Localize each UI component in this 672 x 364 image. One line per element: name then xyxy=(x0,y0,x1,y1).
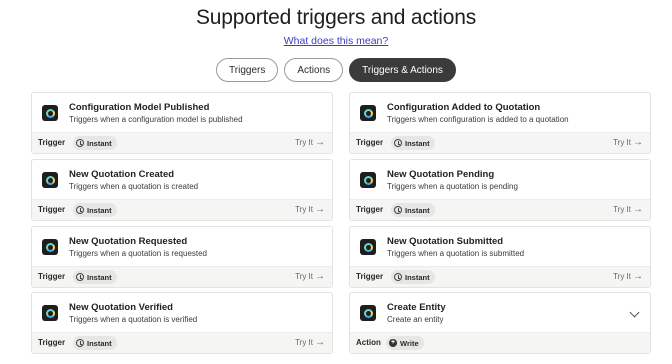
filter-tabs: Triggers Actions Triggers & Actions xyxy=(0,58,672,82)
arrow-right-icon: → xyxy=(315,270,325,282)
write-badge: + Write xyxy=(386,336,424,350)
try-it-link[interactable]: Try It → xyxy=(613,203,643,215)
arrow-right-icon: → xyxy=(633,270,643,282)
card-description: Triggers when a configuration model is p… xyxy=(69,115,243,124)
tab-triggers[interactable]: Triggers xyxy=(216,58,279,82)
app-logo-icon xyxy=(42,305,58,321)
app-logo-icon xyxy=(360,172,376,188)
instant-badge: Instant xyxy=(73,336,117,350)
card-title: Configuration Added to Quotation xyxy=(387,102,541,113)
card-title: Configuration Model Published xyxy=(69,102,210,113)
card-title: New Quotation Verified xyxy=(69,302,173,313)
app-logo-icon xyxy=(360,305,376,321)
clock-icon xyxy=(394,206,402,214)
plus-icon: + xyxy=(389,339,397,347)
card-kind-label: Trigger xyxy=(38,138,66,147)
card-kind-label: Action xyxy=(356,338,381,347)
card-kind-label: Trigger xyxy=(38,205,66,214)
card-kind-label: Trigger xyxy=(38,338,66,347)
page-title: Supported triggers and actions xyxy=(195,6,476,29)
card-new-quotation-requested[interactable]: New Quotation Requested Triggers when a … xyxy=(31,226,333,288)
tab-triggers-and-actions[interactable]: Triggers & Actions xyxy=(349,58,456,82)
card-description: Triggers when a quotation is verified xyxy=(69,315,198,324)
card-kind-label: Trigger xyxy=(38,272,66,281)
card-title: New Quotation Requested xyxy=(69,236,188,247)
card-new-quotation-submitted[interactable]: New Quotation Submitted Triggers when a … xyxy=(349,226,651,288)
instant-badge: Instant xyxy=(391,136,435,150)
card-new-quotation-created[interactable]: New Quotation Created Triggers when a qu… xyxy=(31,159,333,221)
try-it-link[interactable]: Try It → xyxy=(613,136,643,148)
app-logo-icon xyxy=(42,172,58,188)
instant-badge: Instant xyxy=(73,203,117,217)
card-configuration-model-published[interactable]: Configuration Model Published Triggers w… xyxy=(31,92,333,154)
clock-icon xyxy=(394,139,402,147)
try-it-link[interactable]: Try It → xyxy=(295,270,325,282)
clock-icon xyxy=(76,273,84,281)
card-description: Triggers when a quotation is requested xyxy=(69,249,208,258)
card-description: Triggers when a quotation is pending xyxy=(387,182,518,191)
card-kind-label: Trigger xyxy=(356,138,384,147)
arrow-right-icon: → xyxy=(633,136,643,148)
instant-badge: Instant xyxy=(391,270,435,284)
try-it-link[interactable]: Try It → xyxy=(613,270,643,282)
clock-icon xyxy=(394,273,402,281)
try-it-link[interactable]: Try It → xyxy=(295,203,325,215)
card-description: Triggers when a quotation is created xyxy=(69,182,199,191)
app-logo-icon xyxy=(360,105,376,121)
clock-icon xyxy=(76,206,84,214)
tab-actions[interactable]: Actions xyxy=(284,58,344,82)
clock-icon xyxy=(76,339,84,347)
arrow-right-icon: → xyxy=(315,203,325,215)
instant-badge: Instant xyxy=(73,270,117,284)
arrow-right-icon: → xyxy=(633,203,643,215)
card-description: Triggers when configuration is added to … xyxy=(387,115,569,124)
card-configuration-added-to-quotation[interactable]: Configuration Added to Quotation Trigger… xyxy=(349,92,651,154)
try-it-link[interactable]: Try It → xyxy=(295,336,325,348)
app-logo-icon xyxy=(42,105,58,121)
card-title: New Quotation Submitted xyxy=(387,236,504,247)
card-description: Create an entity xyxy=(387,315,444,324)
try-it-link[interactable]: Try It → xyxy=(295,136,325,148)
card-kind-label: Trigger xyxy=(356,272,384,281)
card-description: Triggers when a quotation is submitted xyxy=(387,249,525,258)
clock-icon xyxy=(76,139,84,147)
card-new-quotation-verified[interactable]: New Quotation Verified Triggers when a q… xyxy=(31,292,333,354)
chevron-down-icon[interactable] xyxy=(629,307,640,318)
arrow-right-icon: → xyxy=(315,136,325,148)
app-logo-icon xyxy=(42,239,58,255)
arrow-right-icon: → xyxy=(315,336,325,348)
what-does-this-mean-link[interactable]: What does this mean? xyxy=(284,35,388,47)
card-title: Create Entity xyxy=(387,302,446,313)
instant-badge: Instant xyxy=(73,136,117,150)
card-kind-label: Trigger xyxy=(356,205,384,214)
card-title: New Quotation Created xyxy=(69,169,175,180)
card-new-quotation-pending[interactable]: New Quotation Pending Triggers when a qu… xyxy=(349,159,651,221)
app-logo-icon xyxy=(360,239,376,255)
card-title: New Quotation Pending xyxy=(387,169,495,180)
instant-badge: Instant xyxy=(391,203,435,217)
card-create-entity[interactable]: Create Entity Create an entity Action + W… xyxy=(349,292,651,354)
